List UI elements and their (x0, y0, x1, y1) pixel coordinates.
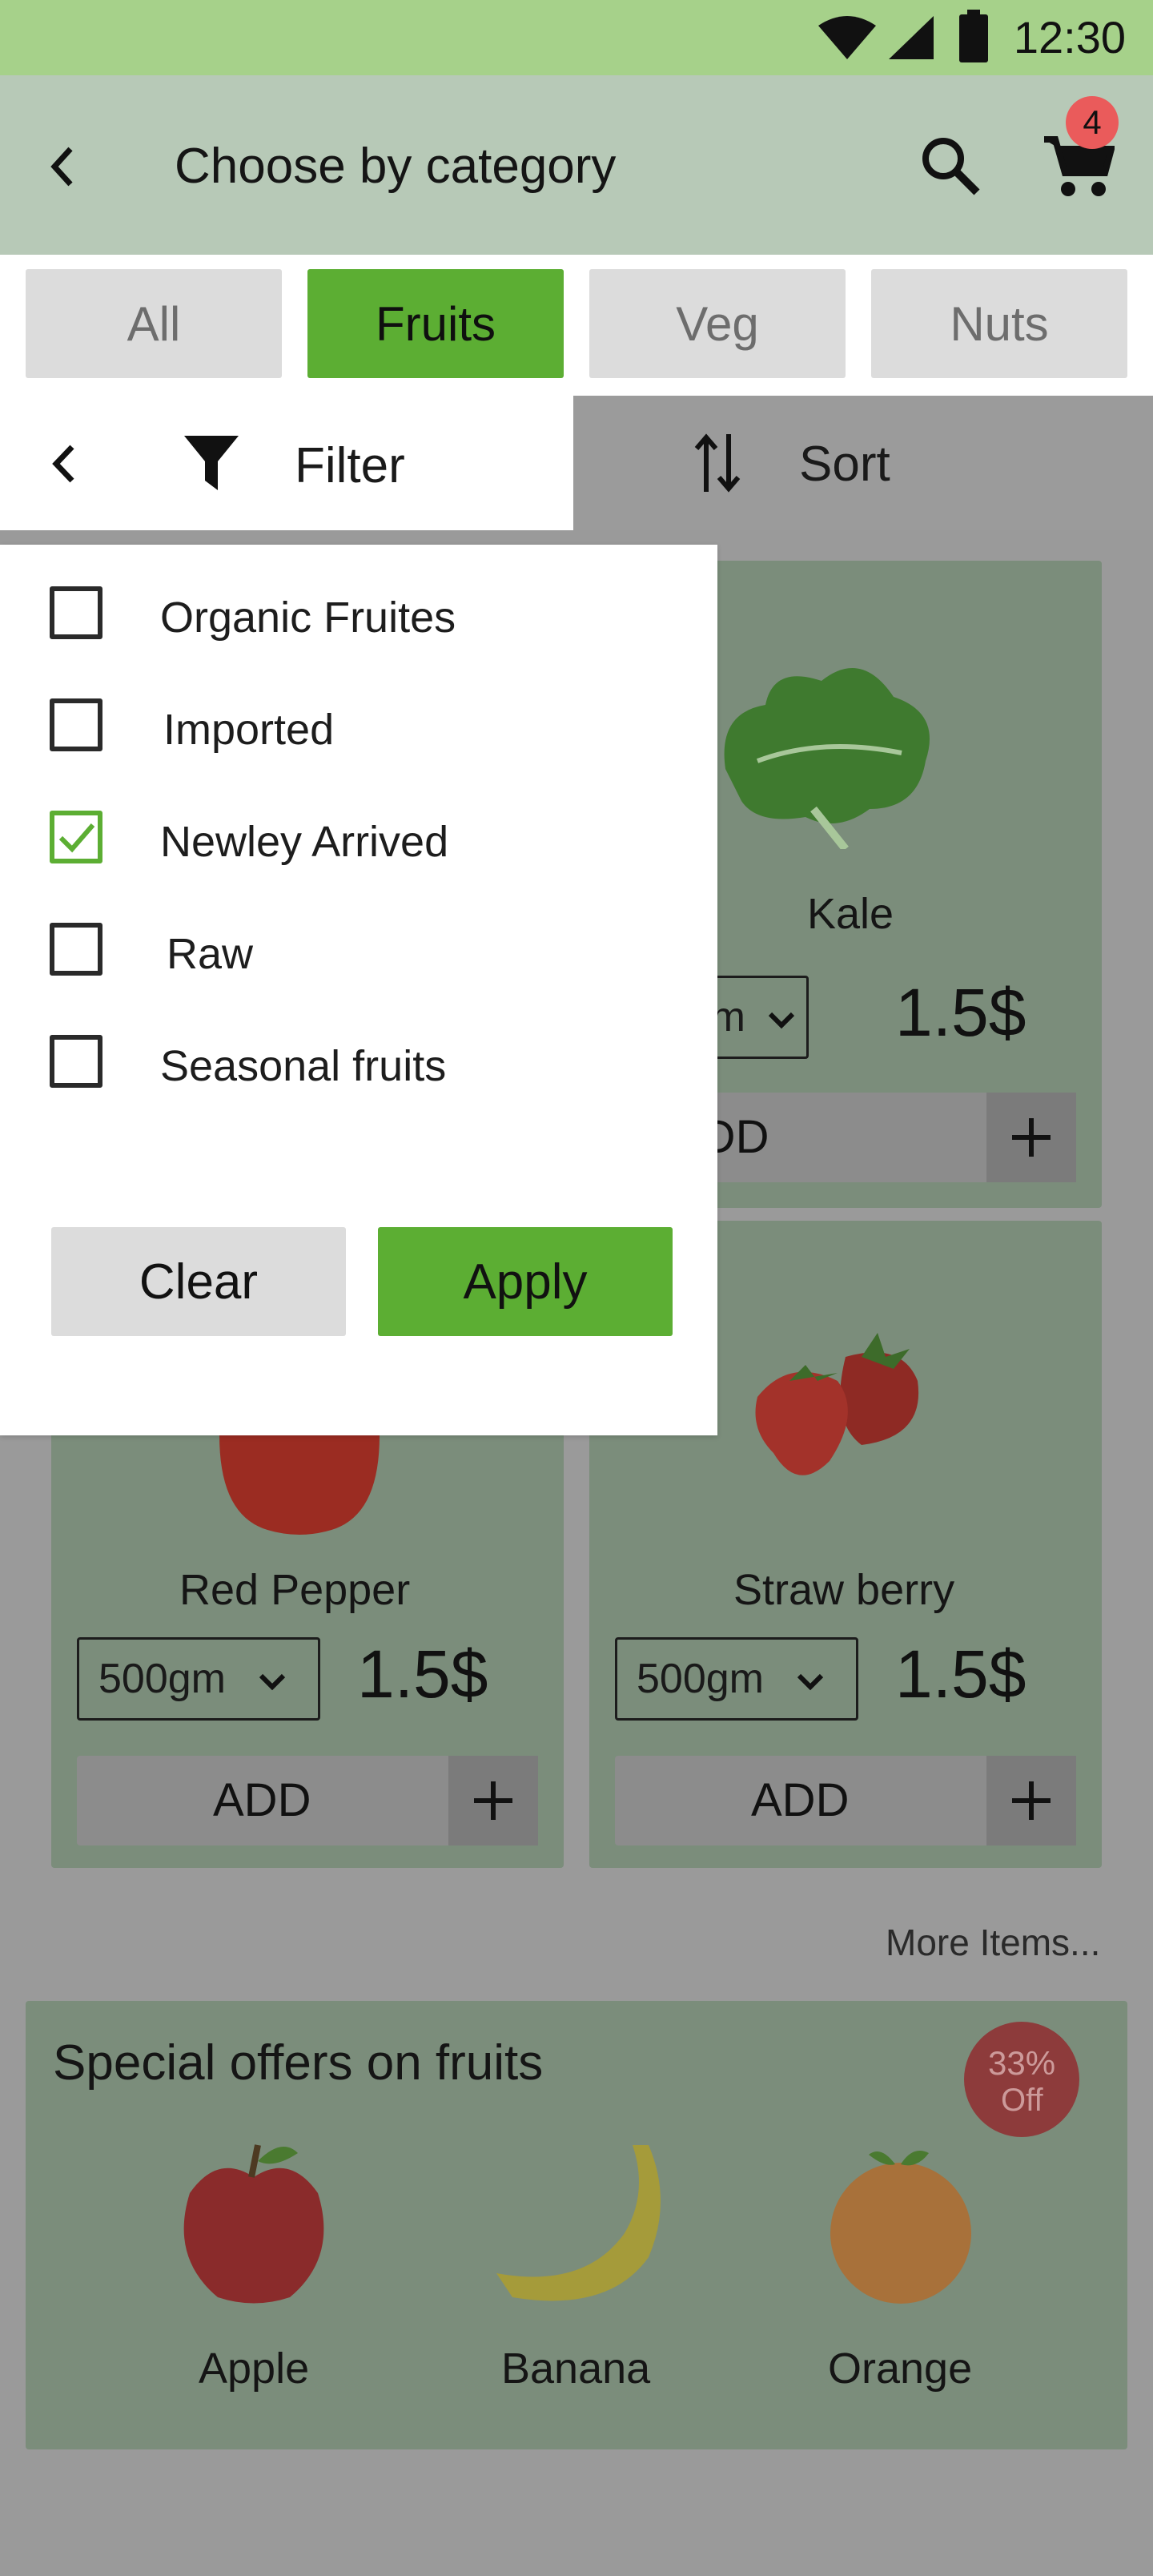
product-price: 1.5$ (895, 975, 1026, 1050)
plus-icon[interactable] (986, 1093, 1076, 1182)
wifi-icon (818, 16, 876, 59)
discount-badge: 33% Off (964, 2022, 1079, 2137)
kale-image (724, 668, 930, 849)
tab-all[interactable]: All (26, 269, 282, 378)
filter-header[interactable]: Filter (0, 396, 573, 530)
search-icon[interactable] (918, 133, 982, 197)
tab-fruits[interactable]: Fruits (307, 269, 564, 378)
filter-option-seasonal-fruits[interactable]: Seasonal fruits (0, 1012, 717, 1117)
add-to-cart-button[interactable]: ADD (77, 1756, 538, 1845)
offers-title: Special offers on fruits (53, 2035, 544, 2091)
product-name: Red Pepper (179, 1566, 411, 1614)
filter-option-imported[interactable]: Imported (0, 676, 717, 780)
battery-icon (959, 10, 988, 62)
back-icon[interactable] (48, 442, 80, 485)
filter-option-raw[interactable]: Raw (0, 900, 717, 1004)
orange-image (830, 2151, 971, 2304)
product-price: 1.5$ (357, 1636, 488, 1712)
more-items-link[interactable]: More Items... (886, 1921, 1100, 1964)
checkbox[interactable] (50, 586, 102, 639)
sort-button[interactable]: Sort (573, 396, 1153, 530)
product-name: Straw berry (733, 1566, 955, 1614)
status-bar: 12:30 (0, 0, 1153, 75)
signal-icon (889, 16, 934, 59)
checkmark-icon (58, 823, 95, 853)
funnel-icon (184, 436, 239, 490)
fruit-label-apple: Apple (199, 2345, 310, 2393)
filter-option-organic-fruites[interactable]: Organic Fruites (0, 564, 717, 668)
chevron-down-icon (259, 1673, 286, 1691)
banana-image (496, 2145, 661, 2301)
filter-option-newley-arrived[interactable]: Newley Arrived (0, 788, 717, 892)
fruit-label-orange: Orange (828, 2345, 973, 2393)
cart-count-badge: 4 (1066, 96, 1119, 149)
status-time: 12:30 (1013, 12, 1126, 62)
product-price: 1.5$ (895, 1636, 1026, 1712)
sort-label: Sort (799, 437, 890, 492)
page-title: Choose by category (175, 139, 617, 194)
plus-icon[interactable] (986, 1756, 1076, 1845)
back-icon[interactable] (46, 144, 78, 189)
checkbox[interactable] (50, 698, 102, 751)
fruit-label-banana: Banana (501, 2345, 651, 2393)
checkbox[interactable] (50, 923, 102, 976)
chevron-down-icon (797, 1673, 824, 1691)
add-to-cart-button[interactable]: ADD (615, 1756, 1076, 1845)
tab-veg[interactable]: Veg (589, 269, 846, 378)
product-name: Kale (807, 890, 894, 938)
plus-icon[interactable] (448, 1756, 538, 1845)
special-offers-panel: Special offers on fruits 33% Off Apple B… (26, 2001, 1127, 2449)
clear-button[interactable]: Clear (51, 1227, 346, 1336)
red-pepper-image (219, 1435, 380, 1535)
apple-image (183, 2144, 324, 2304)
filter-label: Filter (295, 438, 405, 493)
strawberry-image (755, 1333, 919, 1475)
tab-nuts[interactable]: Nuts (871, 269, 1127, 378)
sort-arrows-icon (694, 433, 741, 493)
checkbox-checked[interactable] (50, 811, 102, 863)
checkbox[interactable] (50, 1035, 102, 1088)
chevron-down-icon (768, 1012, 795, 1029)
apply-button[interactable]: Apply (378, 1227, 673, 1336)
